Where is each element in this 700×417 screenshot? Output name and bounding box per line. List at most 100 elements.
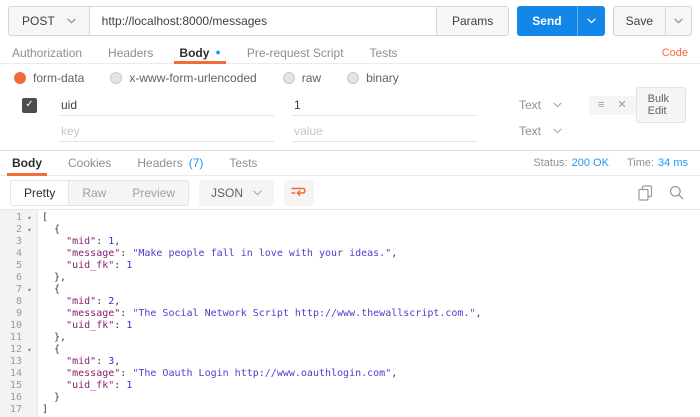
params-button[interactable]: Params [435, 7, 509, 35]
response-tab-body[interactable]: Body [7, 151, 47, 176]
chevron-down-icon [674, 18, 683, 24]
search-icon[interactable] [669, 185, 684, 200]
code-token: : [120, 368, 133, 379]
remove-row-icon[interactable]: ✕ [617, 99, 626, 111]
bulk-edit-button[interactable]: Bulk Edit [635, 87, 686, 123]
code-text: "message": "The Social Network Script ht… [37, 308, 481, 320]
url-input[interactable] [89, 7, 436, 35]
fold-caret-icon [22, 260, 37, 272]
line-number: 9 [15, 308, 22, 319]
send-options-button[interactable] [576, 6, 605, 36]
line-number: 1 [15, 212, 22, 223]
code-line: 3 "mid": 1, [0, 236, 700, 248]
format-dropdown[interactable]: JSON [199, 179, 275, 206]
method-label: POST [22, 14, 55, 28]
status-indicator: Status: 200 OK [533, 157, 609, 169]
value-cell [292, 120, 477, 142]
send-label: Send [532, 14, 562, 28]
code-token: : [96, 296, 109, 307]
save-button[interactable]: Save [614, 7, 665, 35]
code-token: , [391, 368, 398, 379]
line-number: 13 [9, 356, 22, 367]
save-options-button[interactable] [665, 7, 691, 35]
fold-caret-icon[interactable]: ▾ [22, 344, 37, 356]
value-input[interactable] [292, 94, 477, 116]
request-tab-body[interactable]: Body ● [174, 42, 227, 64]
time-label: Time: [626, 157, 655, 169]
response-tab-headers[interactable]: Headers (7) [137, 151, 203, 175]
code-line: 7 ▾ { [0, 284, 700, 296]
response-tools [638, 184, 690, 201]
fold-caret-icon [22, 248, 37, 260]
code-line: 10 "uid_fk": 1 [0, 320, 700, 332]
type-dropdown[interactable]: Text [519, 98, 577, 112]
code-line: 15 "uid_fk": 1 [0, 380, 700, 392]
request-tab-headers[interactable]: Headers [108, 42, 153, 63]
method-dropdown[interactable]: POST [9, 7, 90, 35]
row-actions: ≡ ✕ [589, 95, 636, 115]
body-mode-raw[interactable]: raw [282, 71, 321, 85]
radio-icon [14, 72, 26, 84]
view-mode-preview[interactable]: Preview [119, 181, 188, 205]
body-mode-form-data[interactable]: form-data [14, 71, 84, 85]
time-value[interactable]: 34 ms [658, 157, 688, 169]
row-checkbox[interactable]: ✓ [22, 97, 37, 113]
response-meta: Status: 200 OK Time: 34 ms [533, 151, 688, 175]
code-token: "uid_fk" [66, 260, 115, 271]
send-button[interactable]: Send [517, 6, 576, 36]
request-tab-tests[interactable]: Tests [370, 42, 398, 63]
mode-label: binary [366, 71, 399, 85]
code-token: : [96, 356, 109, 367]
line-number: 11 [9, 332, 22, 343]
code-line: 8 "mid": 2, [0, 296, 700, 308]
code-token: : [96, 236, 109, 247]
fold-caret-icon[interactable]: ▾ [22, 284, 37, 296]
key-cell [59, 94, 274, 116]
tab-label: Body [179, 45, 210, 60]
request-tab-authorization[interactable]: Authorization [12, 42, 82, 63]
line-number: 17 [9, 404, 22, 415]
new-key-input[interactable] [59, 120, 274, 142]
mode-label: form-data [33, 71, 85, 85]
view-mode-pretty[interactable]: Pretty [11, 180, 70, 205]
code-text: [ [37, 212, 48, 224]
line-number: 2 [15, 224, 22, 235]
reorder-icon[interactable]: ≡ [598, 99, 604, 111]
fold-caret-icon [22, 368, 37, 380]
response-tab-tests[interactable]: Tests [229, 151, 257, 175]
code-text: } [37, 392, 60, 404]
code-text: ] [37, 404, 48, 416]
form-data-row: ✓ Text ≡ ✕ Bulk Edit [8, 87, 692, 123]
code-token: "mid" [66, 356, 97, 367]
body-mode-binary[interactable]: binary [347, 71, 399, 85]
status-value[interactable]: 200 OK [572, 157, 609, 169]
code-token: "uid_fk" [66, 380, 115, 391]
code-token: "uid_fk" [66, 320, 115, 331]
new-value-input[interactable] [292, 120, 477, 142]
fold-caret-icon[interactable]: ▾ [22, 224, 37, 236]
code-link[interactable]: Code [662, 47, 688, 59]
tab-label: Tests [369, 45, 398, 60]
fold-caret-icon[interactable]: ▾ [22, 212, 37, 224]
type-dropdown[interactable]: Text [519, 124, 577, 138]
line-number: 3 [15, 236, 22, 247]
fold-caret-icon [22, 404, 37, 416]
wrap-text-button[interactable] [284, 179, 315, 206]
key-input[interactable] [59, 94, 274, 116]
code-token: , [114, 296, 121, 307]
chevron-down-icon [253, 190, 262, 196]
code-line: 9 "message": "The Social Network Script … [0, 308, 700, 320]
code-line: 11 }, [0, 332, 700, 344]
body-mode-x-www-form-urlencoded[interactable]: x-www-form-urlencoded [110, 71, 257, 85]
view-mode-raw[interactable]: Raw [69, 181, 119, 205]
request-tab-pre-request-script[interactable]: Pre-request Script [247, 42, 344, 63]
response-tab-cookies[interactable]: Cookies [68, 151, 111, 175]
url-group: POST Params [8, 6, 510, 36]
copy-icon[interactable] [638, 184, 653, 201]
code-token: [ [42, 212, 49, 223]
fold-caret-icon [22, 392, 37, 404]
